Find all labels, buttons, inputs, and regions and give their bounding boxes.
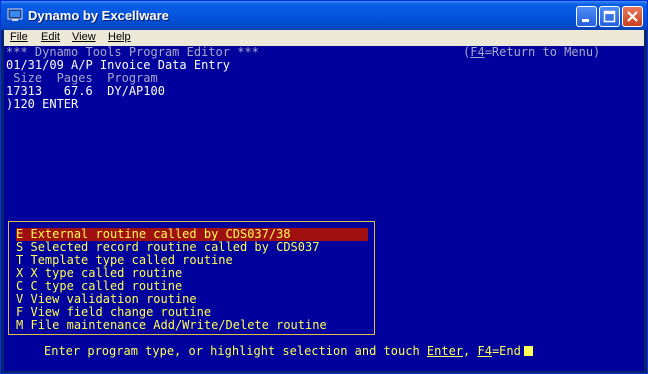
- option-label: View validation routine: [30, 292, 197, 306]
- input-prompt: Enter program type, or highlight selecti…: [44, 345, 533, 358]
- menu-edit-label: Edit: [41, 31, 60, 43]
- window-title: Dynamo by Excellware: [28, 8, 169, 23]
- app-icon: [7, 8, 23, 21]
- option-key: S: [16, 240, 24, 254]
- terminal-screen[interactable]: *** Dynamo Tools Program Editor *** (F4=…: [4, 46, 644, 371]
- option-file-maintenance[interactable]: M File maintenance Add/Write/Delete rout…: [16, 319, 368, 332]
- option-label: X type called routine: [30, 266, 183, 280]
- menu-view-label: View: [72, 31, 96, 43]
- option-key: V: [16, 292, 24, 306]
- prompt-text: Enter program type, or highlight selecti…: [44, 344, 427, 358]
- menu-file-label: File: [10, 31, 28, 43]
- option-label: File maintenance Add/Write/Delete routin…: [30, 318, 327, 332]
- option-key: C: [16, 279, 24, 293]
- end-label: =End: [491, 344, 521, 358]
- maximize-icon: [603, 10, 616, 23]
- title-bar[interactable]: Dynamo by Excellware: [1, 1, 647, 30]
- option-key: M: [16, 318, 24, 332]
- return-label: =Return to Menu): [484, 45, 601, 59]
- app-window: Dynamo by Excellware File Edit View Help…: [0, 0, 648, 374]
- text-cursor[interactable]: [523, 346, 533, 356]
- option-label: Selected record routine called by CDS037: [30, 240, 320, 254]
- option-label: View field change routine: [30, 305, 212, 319]
- minimize-button[interactable]: [576, 6, 597, 27]
- maximize-button[interactable]: [599, 6, 620, 27]
- menu-help-label: Help: [108, 31, 131, 43]
- menu-view[interactable]: View: [72, 31, 96, 43]
- menu-bar: File Edit View Help: [4, 30, 644, 46]
- option-key: E: [16, 227, 24, 241]
- option-label: External routine called by CDS037/38: [30, 227, 291, 241]
- prompt-separator: ,: [463, 344, 478, 358]
- program-type-menu: E External routine called by CDS037/38 S…: [8, 221, 375, 335]
- option-label: Template type called routine: [30, 253, 233, 267]
- option-key: X: [16, 266, 24, 280]
- menu-help[interactable]: Help: [108, 31, 131, 43]
- close-button[interactable]: [622, 6, 643, 27]
- option-key: T: [16, 253, 24, 267]
- minimize-icon: [582, 19, 589, 22]
- close-icon: [627, 11, 638, 22]
- return-hint: (F4=Return to Menu): [463, 46, 600, 59]
- end-key[interactable]: F4: [477, 344, 491, 358]
- option-key: F: [16, 305, 24, 319]
- return-key[interactable]: F4: [470, 45, 484, 59]
- menu-file[interactable]: File: [10, 31, 28, 43]
- command-line: )120 ENTER: [6, 97, 79, 111]
- enter-key[interactable]: Enter: [427, 344, 463, 358]
- option-label: C type called routine: [30, 279, 183, 293]
- menu-edit[interactable]: Edit: [41, 31, 60, 43]
